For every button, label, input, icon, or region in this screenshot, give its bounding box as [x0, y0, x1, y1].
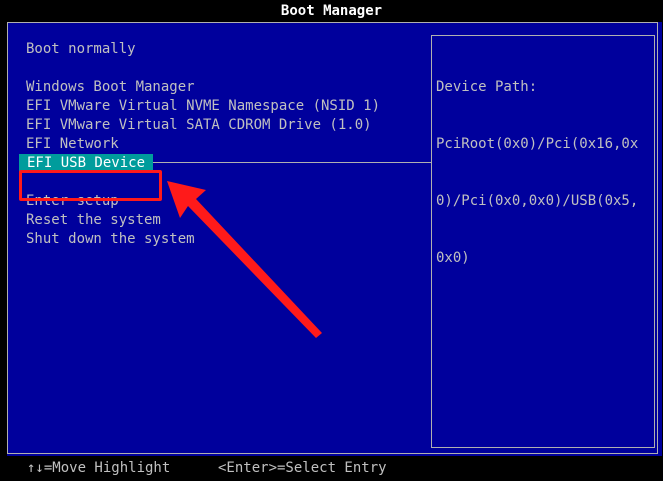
- footer-select-hint: <Enter>=Select Entry: [218, 460, 387, 476]
- annotation-arrow-icon: [167, 181, 322, 338]
- footer-move-hint: ↑↓=Move Highlight: [27, 460, 171, 476]
- footer-bar: ↑↓=Move Highlight <Enter>=Select Entry: [0, 456, 663, 481]
